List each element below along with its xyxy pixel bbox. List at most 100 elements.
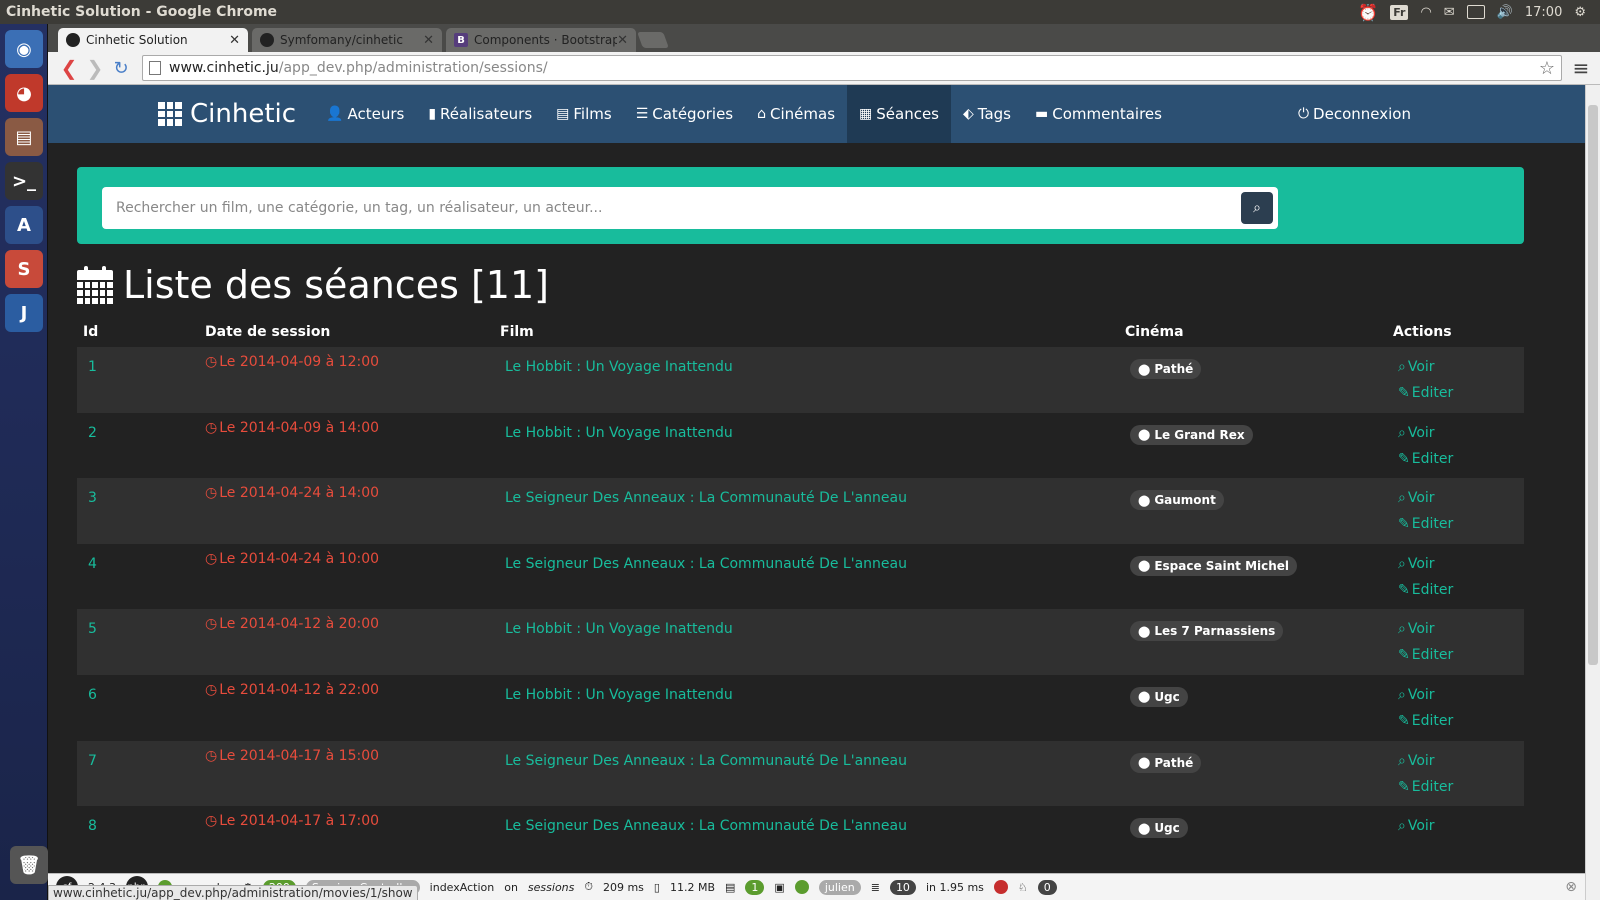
bookmark-star-icon[interactable]: ☆ — [1539, 58, 1555, 79]
nav-label: Acteurs — [347, 105, 405, 123]
row-film-link[interactable]: Le Seigneur Des Anneaux : La Communauté … — [500, 753, 1125, 769]
row-date: ◷ Le 2014-04-17 à 15:00 — [205, 748, 500, 764]
search-input[interactable] — [116, 200, 1241, 216]
browser-tab-2[interactable]: Symfomany/cinhetic ✕ — [252, 28, 442, 52]
nav-commentaires[interactable]: ▬ Commentaires — [1023, 85, 1174, 143]
edit-link[interactable]: ✎ Editer — [1393, 779, 1524, 805]
browser-tab-3[interactable]: B Components · Bootstrap ✕ — [446, 28, 636, 52]
edit-label: Editer — [1411, 385, 1454, 401]
mail-icon[interactable]: ✉ — [1444, 5, 1455, 20]
nav-realisateurs[interactable]: ▮ Réalisateurs — [416, 85, 544, 143]
logs-icon: ▤ — [725, 880, 736, 894]
chrome-icon[interactable]: ◕ — [5, 74, 43, 112]
row-film-link[interactable]: Le Hobbit : Un Voyage Inattendu — [500, 621, 1125, 637]
alarm-icon[interactable]: ⏰ — [1358, 3, 1378, 22]
cinema-name: Le Grand Rex — [1154, 427, 1245, 442]
edit-link[interactable]: ✎ Editer — [1393, 647, 1524, 673]
jetbrains-icon[interactable]: J — [5, 294, 43, 332]
editor-icon[interactable]: A — [5, 206, 43, 244]
cinema-badge[interactable]: ⬤ Espace Saint Michel — [1130, 555, 1298, 576]
address-bar[interactable]: www.cinhetic.ju/app_dev.php/administrati… — [142, 55, 1562, 81]
edit-label: Editer — [1411, 581, 1454, 598]
wifi-icon[interactable]: ◠ — [1420, 5, 1431, 20]
edit-link[interactable]: ✎ Editer — [1393, 582, 1524, 608]
view-link[interactable]: ⌕ Voir — [1393, 425, 1524, 451]
search-button[interactable]: ⌕ — [1241, 192, 1273, 224]
github-icon — [260, 33, 274, 47]
tab-close-icon[interactable]: ✕ — [423, 33, 434, 48]
page-icon — [149, 61, 161, 75]
toolbar-close-icon[interactable]: ⊗ — [1565, 879, 1577, 895]
trash-icon[interactable]: 🗑 — [10, 846, 48, 884]
cinema-badge[interactable]: ⬤ Pathé — [1130, 359, 1202, 379]
row-film-link[interactable]: Le Seigneur Des Anneaux : La Communauté … — [500, 556, 1125, 572]
dash-home-icon[interactable]: ◉ — [5, 30, 43, 68]
view-link[interactable]: ⌕ Voir — [1393, 359, 1524, 385]
nav-categories[interactable]: ☰ Catégories — [624, 85, 745, 143]
nav-cinemas[interactable]: ⌂ Cinémas — [745, 85, 847, 143]
nav-label: Deconnexion — [1313, 105, 1411, 123]
battery-icon[interactable] — [1466, 5, 1485, 19]
chrome-menu-icon[interactable]: ≡ — [1570, 56, 1592, 80]
row-film-link[interactable]: Le Seigneur Des Anneaux : La Communauté … — [500, 818, 1125, 834]
cinema-badge[interactable]: ⬤ Ugc — [1130, 818, 1188, 839]
brand-link[interactable]: Cinhetic — [158, 99, 296, 129]
new-tab-button[interactable] — [637, 32, 669, 48]
view-link[interactable]: ⌕ Voir — [1393, 556, 1524, 582]
nav-logout[interactable]: ⏻ Deconnexion — [1286, 85, 1423, 143]
page-scrollbar[interactable] — [1585, 85, 1600, 900]
row-film-link[interactable]: Le Hobbit : Un Voyage Inattendu — [500, 359, 1125, 375]
view-link[interactable]: ⌕ Voir — [1393, 490, 1524, 516]
row-film-link[interactable]: Le Hobbit : Un Voyage Inattendu — [500, 425, 1125, 441]
cinema-badge[interactable]: ⬤ Le Grand Rex — [1130, 424, 1253, 445]
table-row: 4 ◷ Le 2014-04-24 à 10:00 Le Seigneur Des A… — [77, 544, 1524, 610]
search-panel: ⌕ — [77, 167, 1524, 244]
row-id: 3 — [88, 490, 97, 507]
cinema-badge[interactable]: ⬤ Pathé — [1130, 752, 1202, 773]
view-link[interactable]: ⌕ Voir — [1393, 621, 1524, 647]
power-gear-icon[interactable]: ⚙ — [1574, 5, 1586, 20]
edit-link[interactable]: ✎ Editer — [1393, 516, 1524, 542]
sf-count[interactable]: 0 — [1037, 879, 1057, 895]
back-button[interactable]: ❮ — [56, 56, 82, 80]
view-link[interactable]: ⌕ Voir — [1393, 818, 1524, 844]
row-id: 4 — [88, 555, 97, 572]
forward-button[interactable]: ❯ — [82, 56, 108, 80]
tab-close-icon[interactable]: ✕ — [617, 33, 628, 48]
view-link[interactable]: ⌕ Voir — [1393, 687, 1524, 713]
row-cinema: ⬤ Gaumont — [1125, 490, 1393, 511]
nav-seances[interactable]: ▦ Séances — [847, 85, 951, 143]
phpstorm-icon[interactable]: S — [5, 250, 43, 288]
cinema-badge[interactable]: ⬤ Les 7 Parnassiens — [1130, 621, 1284, 642]
header-film: Film — [500, 324, 534, 340]
sf-logs[interactable]: 1 — [745, 879, 765, 895]
tab-close-icon[interactable]: ✕ — [229, 33, 240, 48]
session-date: Le 2014-04-12 à 20:00 — [219, 616, 380, 633]
row-film-link[interactable]: Le Seigneur Des Anneaux : La Communauté … — [500, 490, 1125, 506]
keyboard-layout-indicator[interactable]: Fr — [1390, 4, 1409, 20]
scrollbar-thumb[interactable] — [1588, 105, 1598, 665]
nav-label: Réalisateurs — [440, 105, 533, 123]
sf-queries[interactable]: 10 — [889, 879, 916, 895]
query-warning-icon — [993, 880, 1008, 894]
file-manager-icon[interactable]: ▤ — [5, 118, 43, 156]
sf-memory[interactable]: 11.2 MB — [670, 881, 715, 894]
volume-icon[interactable]: 🔊 — [1497, 5, 1513, 20]
edit-link[interactable]: ✎ Editer — [1393, 713, 1524, 739]
row-film-link[interactable]: Le Hobbit : Un Voyage Inattendu — [500, 687, 1125, 703]
terminal-icon[interactable]: >_ — [5, 162, 43, 200]
nav-tags[interactable]: ⬖ Tags — [951, 85, 1023, 143]
edit-link[interactable]: ✎ Editer — [1393, 451, 1524, 477]
browser-window: Cinhetic Solution ✕ Symfomany/cinhetic ✕… — [48, 24, 1600, 900]
cinema-badge[interactable]: ⬤ Gaumont — [1130, 490, 1224, 511]
edit-link[interactable]: ✎ Editer — [1393, 385, 1524, 411]
reload-button[interactable]: ↻ — [108, 58, 134, 79]
view-link[interactable]: ⌕ Voir — [1393, 753, 1524, 779]
sf-time[interactable]: 209 ms — [603, 881, 644, 894]
nav-films[interactable]: ▤ Films — [544, 85, 624, 143]
browser-tab-1[interactable]: Cinhetic Solution ✕ — [58, 28, 248, 52]
clock[interactable]: 17:00 — [1525, 5, 1562, 20]
cinema-badge[interactable]: ⬤ Ugc — [1130, 686, 1188, 707]
sf-user[interactable]: julien — [818, 879, 861, 895]
nav-acteurs[interactable]: 👤 Acteurs — [314, 85, 416, 143]
